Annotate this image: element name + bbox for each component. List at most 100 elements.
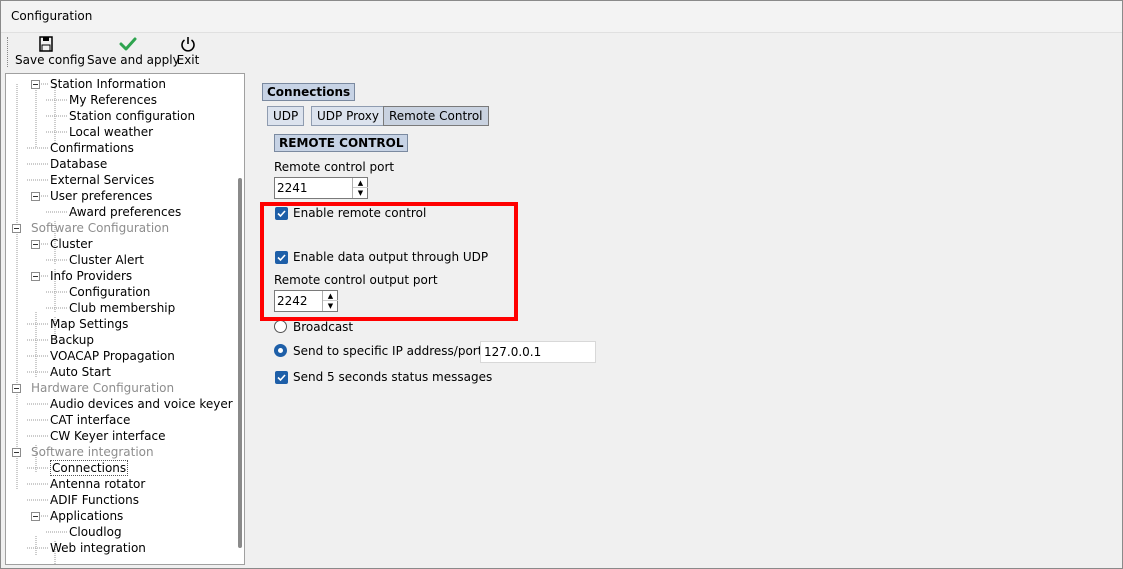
tree-item-label: Software integration xyxy=(31,445,154,459)
tree-item-label: Cluster Alert xyxy=(69,253,144,267)
tree-item-label: CAT interface xyxy=(50,413,131,427)
status-messages-checkbox[interactable] xyxy=(275,371,288,384)
collapse-icon[interactable] xyxy=(31,512,40,521)
broadcast-radio[interactable] xyxy=(274,320,287,333)
tree-item-my-references[interactable]: My References xyxy=(69,92,157,108)
collapse-icon[interactable] xyxy=(31,240,40,249)
tree-item-label: Backup xyxy=(50,333,94,347)
tree-item-software-configuration[interactable]: Software Configuration xyxy=(31,220,169,236)
tree-item-label: Info Providers xyxy=(50,269,133,283)
tree-item-database[interactable]: Database xyxy=(50,156,107,172)
tree-item-local-weather[interactable]: Local weather xyxy=(69,124,153,140)
tree-item-cat-interface[interactable]: CAT interface xyxy=(50,412,130,428)
toolbar-grip xyxy=(7,37,9,67)
tree-item-label: Configuration xyxy=(69,285,151,299)
tree-item-hardware-configuration[interactable]: Hardware Configuration xyxy=(31,380,174,396)
collapse-icon[interactable] xyxy=(12,384,21,393)
tree-item-cloudlog[interactable]: Cloudlog xyxy=(69,524,122,540)
tree-item-label: Database xyxy=(50,157,108,171)
collapse-icon[interactable] xyxy=(31,192,40,201)
tree-item-label: External Services xyxy=(50,173,155,187)
tree-item-software-integration[interactable]: Software integration xyxy=(31,444,154,460)
tree-item-label: Station configuration xyxy=(69,109,196,123)
tree-item-label: Applications xyxy=(50,509,124,523)
tree-item-label: Local weather xyxy=(69,125,154,139)
tree-item-label: My References xyxy=(69,93,157,107)
tree-item-external-services[interactable]: External Services xyxy=(50,172,154,188)
tree-item-club-membership[interactable]: Club membership xyxy=(69,300,175,316)
save-config-button[interactable]: Save config xyxy=(15,35,85,69)
tab-udp-proxy[interactable]: UDP Proxy xyxy=(311,106,385,126)
tree-item-audio-devices-and-voice-keyer[interactable]: Audio devices and voice keyer xyxy=(50,396,233,412)
tree-item-applications[interactable]: Applications xyxy=(50,508,123,524)
tree-item-label: Cloudlog xyxy=(69,525,122,539)
tree-item-label: Antenna rotator xyxy=(50,477,146,491)
tab-udp[interactable]: UDP xyxy=(267,106,305,126)
tree-item-label: Software Configuration xyxy=(31,221,170,235)
tree-scrollbar[interactable] xyxy=(238,178,242,548)
save-and-apply-label: Save and apply xyxy=(87,53,180,67)
tree-item-web-integration[interactable]: Web integration xyxy=(50,540,146,556)
panel-heading: Connections xyxy=(262,83,356,101)
tree-item-label: VOACAP Propagation xyxy=(50,349,175,363)
tree-item-label: User preferences xyxy=(50,189,153,203)
tree-item-adif-functions[interactable]: ADIF Functions xyxy=(50,492,139,508)
tree-item-user-preferences[interactable]: User preferences xyxy=(50,188,152,204)
collapse-icon[interactable] xyxy=(31,272,40,281)
specific-ip-radio[interactable] xyxy=(274,344,287,357)
tree-item-configuration[interactable]: Configuration xyxy=(69,284,150,300)
tree-item-award-preferences[interactable]: Award preferences xyxy=(69,204,181,220)
tree-item-label: ADIF Functions xyxy=(50,493,139,507)
ip-address-input[interactable] xyxy=(481,342,595,362)
tree-item-cluster-alert[interactable]: Cluster Alert xyxy=(69,252,144,268)
tab-remote-control[interactable]: Remote Control xyxy=(383,106,489,126)
broadcast-label: Broadcast xyxy=(293,320,354,334)
tree-item-auto-start[interactable]: Auto Start xyxy=(50,364,111,380)
tree-item-label: Club membership xyxy=(69,301,176,315)
tree-item-label: Station Information xyxy=(50,77,166,91)
tree-item-label: Cluster xyxy=(50,237,93,251)
tree-item-backup[interactable]: Backup xyxy=(50,332,94,348)
power-icon xyxy=(181,37,195,52)
remote-port-down-icon[interactable]: ▼ xyxy=(353,188,368,198)
tree-item-label: Connections xyxy=(50,460,129,476)
remote-control-subheading: REMOTE CONTROL xyxy=(274,134,409,152)
tree-item-station-information[interactable]: Station Information xyxy=(50,76,166,92)
ip-address-field[interactable] xyxy=(480,341,596,363)
title-bar: Configuration xyxy=(1,1,1122,33)
collapse-icon[interactable] xyxy=(12,224,21,233)
tree-item-confirmations[interactable]: Confirmations xyxy=(50,140,134,156)
tree-item-label: Map Settings xyxy=(50,317,129,331)
tree-item-antenna-rotator[interactable]: Antenna rotator xyxy=(50,476,145,492)
tree-item-map-settings[interactable]: Map Settings xyxy=(50,316,128,332)
remote-port-label: Remote control port xyxy=(274,160,395,174)
tree-item-voacap-propagation[interactable]: VOACAP Propagation xyxy=(50,348,175,364)
tree-item-cw-keyer-interface[interactable]: CW Keyer interface xyxy=(50,428,165,444)
tree-item-info-providers[interactable]: Info Providers xyxy=(50,268,132,284)
configuration-window: Configuration Save config Save and apply… xyxy=(0,0,1123,569)
tree-item-label: Confirmations xyxy=(50,141,134,155)
exit-button[interactable]: Exit xyxy=(175,35,201,69)
collapse-icon[interactable] xyxy=(12,448,21,457)
tree-item-label: Auto Start xyxy=(50,365,111,379)
save-config-label: Save config xyxy=(15,53,85,67)
status-messages-label: Send 5 seconds status messages xyxy=(293,370,493,384)
exit-label: Exit xyxy=(176,53,200,67)
remote-port-stepper[interactable]: ▲ ▼ xyxy=(274,177,368,199)
tree-item-label: Web integration xyxy=(50,541,146,555)
annotation-highlight-box xyxy=(260,202,518,321)
tree-item-cluster[interactable]: Cluster xyxy=(50,236,93,252)
save-and-apply-button[interactable]: Save and apply xyxy=(87,35,180,69)
checkmark-icon xyxy=(119,37,137,51)
toolbar: Save config Save and apply Exit xyxy=(1,33,1122,71)
tree-item-station-configuration[interactable]: Station configuration xyxy=(69,108,195,124)
tree-item-label: CW Keyer interface xyxy=(50,429,166,443)
collapse-icon[interactable] xyxy=(31,80,40,89)
specific-ip-label: Send to specific IP address/port xyxy=(293,344,483,358)
tree-item-label: Award preferences xyxy=(69,205,182,219)
tree-item-label: Audio devices and voice keyer xyxy=(50,397,233,411)
settings-tree[interactable]: Station Information My References Station … xyxy=(5,73,245,565)
remote-port-input[interactable] xyxy=(275,178,351,198)
tree-item-connections[interactable]: Connections xyxy=(50,460,129,476)
remote-port-up-icon[interactable]: ▲ xyxy=(353,178,368,188)
